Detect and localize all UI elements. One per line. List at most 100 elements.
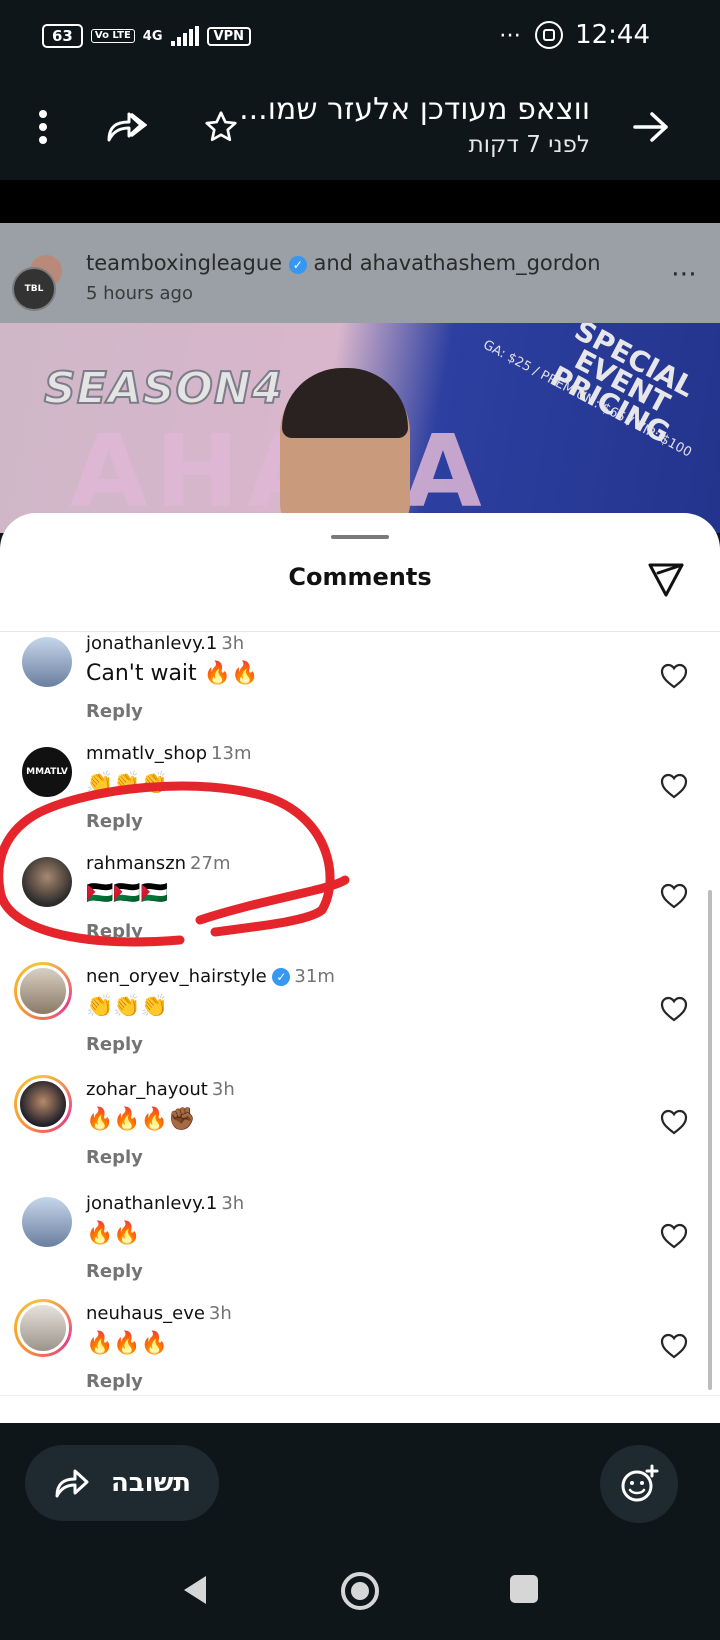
clock: 12:44 [575,20,650,50]
whatsapp-icon [535,21,564,49]
heart-icon[interactable] [660,996,688,1022]
author-avatar[interactable]: TBL [12,267,56,311]
more-notifications-icon: ⋯ [499,22,524,48]
comment-text: 👏👏👏 [86,994,169,1019]
add-reaction-button[interactable] [600,1445,678,1523]
status-bar: 63 Vo LTE 4G VPN ⋯ 12:44 [0,0,720,80]
comment-time: 3h [221,1193,245,1214]
comment-text: 🔥🔥🔥 [86,1331,169,1356]
comment-text: 🔥🔥 [86,1221,141,1246]
comment-username[interactable]: jonathanlevy.1 [86,633,217,654]
sheet-drag-handle[interactable] [331,535,389,539]
comment-username[interactable]: mmatlv_shop [86,743,207,764]
heart-icon[interactable] [660,883,688,909]
avatar[interactable] [14,1299,72,1357]
back-button[interactable] [626,102,676,152]
verified-icon: ✓ [288,256,307,274]
reply-arrow-icon [55,1469,89,1498]
comment-item: nen_oryev_hairstyle ✓ 31m 👏👏👏 Reply [0,962,720,1076]
comment-time: 3h [211,1079,235,1100]
comment-username[interactable]: nen_oryev_hairstyle [86,966,267,987]
comment-time: 31m [294,966,335,987]
chat-title: ווצאפ מעודכן אלעזר שמו... [239,92,590,127]
comment-time: 27m [190,853,231,874]
comment-text: 👏👏👏 [86,771,169,796]
heart-icon[interactable] [660,773,688,799]
viewer-top-bar: ווצאפ מעודכן אלעזר שמו... לפני 7 דקות [0,80,720,180]
comments-sheet: Comments jonathanlevy.1 3h Can't wait 🔥🔥 … [0,513,720,1423]
reply-button[interactable]: Reply [86,1371,143,1392]
comment-item: jonathanlevy.1 3h 🔥🔥 Reply [0,1193,720,1303]
comment-username-line: neuhaus_eve 3h [86,1303,232,1324]
post-authors: teamboxingleague ✓ and ahavathashem_gord… [86,251,601,275]
network-type: 4G [142,28,163,44]
comment-username-line: jonathanlevy.1 3h [86,633,244,654]
verified-icon: ✓ [272,968,291,986]
avatar[interactable] [14,1075,72,1133]
reply-button[interactable]: Reply [86,701,143,722]
reply-button[interactable]: Reply [86,921,143,942]
comment-username-line: jonathanlevy.1 3h [86,1193,244,1214]
avatar[interactable] [22,1197,72,1247]
banner-special-text: SPECIAL EVENT PRICING [544,323,700,450]
reply-button[interactable]: Reply [86,1147,143,1168]
post-more-button[interactable]: ⋯ [671,259,698,289]
reply-button[interactable]: Reply [86,1034,143,1055]
forward-all-icon [107,112,147,142]
vpn-badge: VPN [206,26,251,46]
battery-indicator: 63 [42,24,83,48]
volte-badge: Vo LTE [90,29,135,43]
post-image: AHAVA SEASON4 GA: $25 / PREMIUM: $65 / V… [0,323,720,533]
nav-back-icon[interactable] [180,1573,210,1607]
collab-username[interactable]: ahavathashem_gordon [360,251,601,275]
comment-username[interactable]: zohar_hayout [86,1079,208,1100]
chat-subtitle: לפני 7 דקות [468,132,590,158]
heart-icon[interactable] [660,1223,688,1249]
comment-username[interactable]: jonathanlevy.1 [86,1193,217,1214]
sheet-divider [0,631,720,632]
nav-home-icon[interactable] [340,1571,380,1611]
comment-username-line: mmatlv_shop 13m [86,743,252,764]
avatar-label: MMATLV [26,767,68,777]
reply-label: תשובה [110,1468,192,1498]
comment-text: 🇵🇸🇵🇸🇵🇸 [86,881,169,906]
banner-season-text: SEASON4 [43,362,284,415]
reply-button-main[interactable]: תשובה [25,1445,219,1521]
heart-icon[interactable] [660,663,688,689]
post-header: TBL teamboxingleague ✓ and ahavathashem_… [0,223,720,323]
comment-text: Can't wait 🔥🔥 [86,661,259,686]
signal-icon [170,26,199,46]
bottom-bar: תשובה [0,1423,720,1640]
avatar-label: TBL [24,284,44,294]
nav-recents-icon[interactable] [508,1573,540,1605]
comment-username-line: nen_oryev_hairstyle ✓ 31m [86,966,335,987]
comment-username[interactable]: rahmanszn [86,853,186,874]
comments-scrollbar[interactable] [708,890,712,1390]
arrow-right-icon [633,112,668,142]
avatar[interactable] [22,637,72,687]
heart-icon[interactable] [660,1333,688,1359]
more-vert-icon [39,110,47,144]
author-username[interactable]: teamboxingleague [86,251,282,275]
comment-username[interactable]: neuhaus_eve [86,1303,205,1324]
comment-time: 3h [208,1303,232,1324]
comment-username-line: zohar_hayout 3h [86,1079,235,1100]
and-text: and [313,251,353,275]
sheet-title: Comments [288,563,432,591]
comment-item: MMATLV mmatlv_shop 13m 👏👏👏 Reply [0,743,720,853]
avatar[interactable]: MMATLV [22,747,72,797]
star-icon [205,111,237,142]
share-icon[interactable] [644,557,688,601]
reply-button[interactable]: Reply [86,1261,143,1282]
avatar[interactable] [22,857,72,907]
comment-time: 13m [211,743,252,764]
heart-icon[interactable] [660,1109,688,1135]
media-top-band [0,180,720,223]
reply-button[interactable]: Reply [86,811,143,832]
avatar[interactable] [14,962,72,1020]
comment-item: jonathanlevy.1 3h Can't wait 🔥🔥 Reply [0,633,720,743]
comment-username-line: rahmanszn 27m [86,853,231,874]
forward-button[interactable] [100,102,150,152]
post-time: 5 hours ago [86,283,193,304]
overflow-menu-button[interactable] [18,102,68,152]
